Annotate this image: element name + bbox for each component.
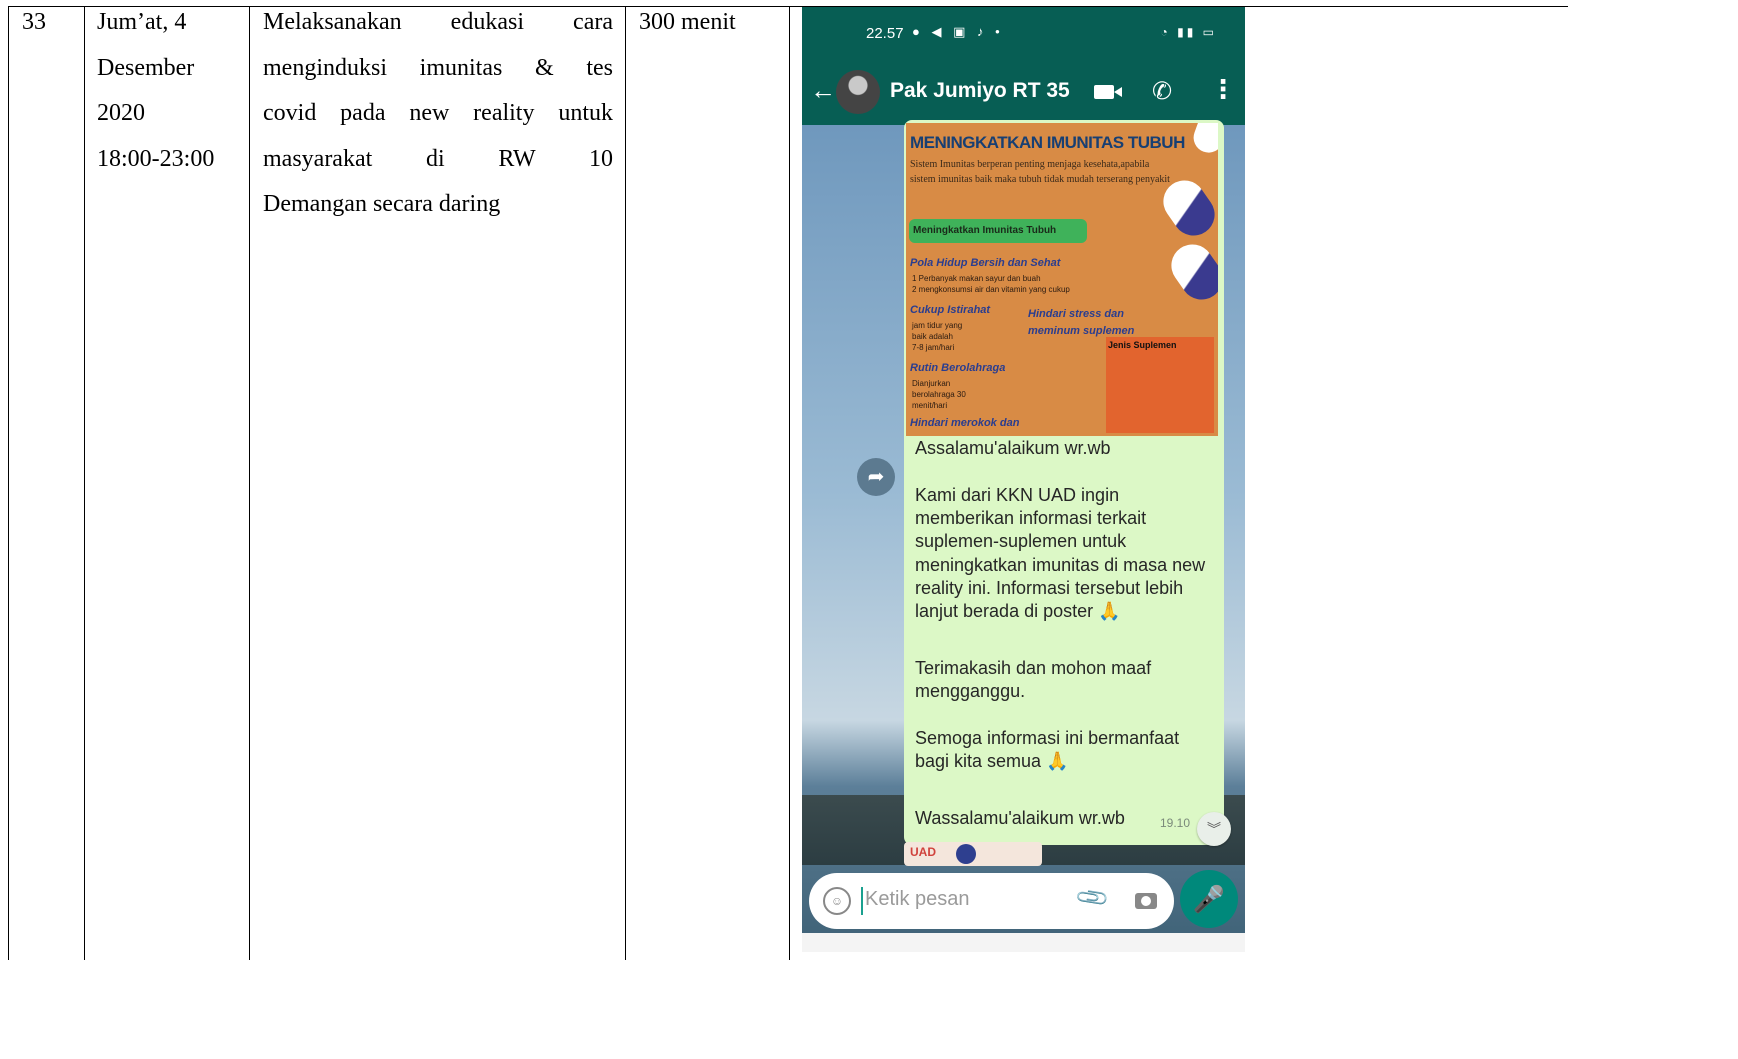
poster-section-title: Cukup Istirahat bbox=[910, 304, 991, 316]
poster-line: 1 Perbanyak makan sayur dan buah bbox=[912, 274, 1041, 283]
date-line: 18:00-23:00 bbox=[97, 145, 215, 172]
phone-icon[interactable]: ✆ bbox=[1152, 77, 1172, 106]
message-apology: Terimakasih dan mohon maaf mengganggu. bbox=[915, 658, 1152, 702]
poster-badge: Meningkatkan Imunitas Tubuh bbox=[909, 219, 1087, 243]
column-divider-2 bbox=[249, 6, 250, 960]
activity-line: masyarakat di RW 10 bbox=[263, 145, 613, 172]
emoji-icon[interactable]: ☺ bbox=[823, 887, 851, 915]
more-vert-icon[interactable]: ⋮ bbox=[1210, 76, 1236, 102]
row-number: 33 bbox=[22, 9, 46, 35]
capsule-icon bbox=[1189, 123, 1218, 157]
message-body: Kami dari KKN UAD ingin memberikan infor… bbox=[915, 485, 1206, 622]
message-greeting: Assalamu'alaikum wr.wb bbox=[915, 438, 1111, 458]
poster-section-title: meminum suplemen bbox=[1028, 325, 1135, 337]
duration-cell: 300 menit bbox=[639, 0, 736, 46]
arrow-left-icon[interactable]: ← bbox=[810, 77, 836, 103]
column-divider-3 bbox=[625, 6, 626, 960]
contact-name[interactable]: Pak Jumiyo RT 35 bbox=[890, 79, 1070, 103]
uad-logo bbox=[956, 844, 976, 864]
forward-icon[interactable]: ➦ bbox=[857, 458, 895, 496]
message-input[interactable]: Ketik pesan bbox=[865, 888, 970, 911]
paperclip-icon[interactable]: 📎 bbox=[1074, 879, 1112, 917]
row-number-cell: 33 bbox=[22, 0, 46, 46]
activity-line: covid pada new reality untuk bbox=[263, 100, 613, 126]
poster-section-text: Dianjurkan berolahraga 30 menit/hari bbox=[912, 378, 966, 411]
message-time: 19.10 bbox=[1160, 816, 1191, 830]
column-divider-1 bbox=[84, 6, 85, 960]
activity-cell: Melaksanakan edukasi cara menginduksi im… bbox=[263, 0, 613, 228]
activity-line: Melaksanakan edukasi cara bbox=[263, 9, 613, 35]
avatar[interactable] bbox=[836, 70, 880, 114]
activity-line: Demangan secara daring bbox=[263, 191, 501, 217]
poster-line: berolahraga 30 bbox=[912, 390, 966, 399]
message-input-bar[interactable]: ☺ Ketik pesan 📎 bbox=[809, 873, 1174, 929]
chat-header: ← Pak Jumiyo RT 35 ✆ ⋮ bbox=[802, 59, 1245, 125]
poster-image[interactable]: MENINGKATKAN IMUNITAS TUBUH Sistem Imuni… bbox=[906, 123, 1218, 436]
column-divider-4 bbox=[789, 6, 790, 960]
status-bar: 22.57 ● ◀ ▣ ♪ • ◔ ▮▮ ▭ bbox=[802, 7, 1245, 59]
table-top-border bbox=[8, 6, 1568, 7]
signal-battery-icons: ◔ ▮▮ ▭ bbox=[1160, 25, 1217, 39]
poster-line: 2 mengkonsumsi air dan vitamin yang cuku… bbox=[912, 285, 1070, 294]
video-call-icon[interactable] bbox=[1094, 85, 1122, 99]
date-cell: Jum’at, 4 Desember 2020 18:00-23:00 bbox=[97, 0, 242, 182]
date-line: 2020 bbox=[97, 100, 145, 126]
camera-icon[interactable] bbox=[1135, 893, 1157, 909]
poster-line: Dianjurkan bbox=[912, 379, 951, 388]
poster-line: menit/hari bbox=[912, 401, 948, 410]
date-line: Desember bbox=[97, 54, 195, 81]
whatsapp-screenshot: 22.57 ● ◀ ▣ ♪ • ◔ ▮▮ ▭ ← Pak Jumiyo RT 3… bbox=[802, 7, 1245, 952]
poster-section-text: jam tidur yang baik adalah 7-8 jam/hari bbox=[912, 320, 962, 353]
poster-title: MENINGKATKAN IMUNITAS TUBUH bbox=[910, 133, 1185, 152]
notification-icons: ● ◀ ▣ ♪ • bbox=[912, 24, 1004, 39]
poster-line: baik adalah bbox=[912, 332, 953, 341]
date-line: Jum’at, 4 bbox=[97, 9, 187, 35]
poster-section-title: Hindari merokok dan bbox=[910, 417, 1020, 429]
poster-section-title: Pola Hidup Bersih dan Sehat bbox=[910, 257, 1061, 269]
activity-line: menginduksi imunitas & tes bbox=[263, 54, 613, 81]
uad-label: UAD bbox=[910, 845, 936, 859]
bottom-band bbox=[802, 933, 1245, 952]
capsule-icon bbox=[1163, 236, 1218, 308]
poster-intro: Sistem Imunitas berperan penting menjaga… bbox=[910, 159, 1170, 185]
microphone-icon[interactable]: 🎤 bbox=[1180, 870, 1238, 928]
status-time: 22.57 bbox=[866, 25, 904, 42]
message-wish: Semoga informasi ini bermanfaat bagi kit… bbox=[915, 728, 1180, 772]
poster-supplement-box bbox=[1106, 337, 1214, 433]
duration: 300 menit bbox=[639, 9, 736, 35]
poster-line: jam tidur yang bbox=[912, 321, 963, 330]
chevron-double-down-icon[interactable]: ︾ bbox=[1197, 812, 1231, 846]
table-left-border bbox=[8, 6, 9, 960]
next-message-bubble[interactable]: UAD bbox=[904, 842, 1042, 866]
poster-section-title: Rutin Berolahraga bbox=[910, 362, 1006, 374]
poster-line: 7-8 jam/hari bbox=[912, 343, 955, 352]
text-cursor bbox=[861, 887, 863, 915]
poster-section-title: Jenis Suplemen bbox=[1108, 340, 1177, 350]
poster-section-title: Hindari stress dan bbox=[1028, 308, 1124, 320]
poster-section-text: 1 Perbanyak makan sayur dan buah 2 mengk… bbox=[912, 273, 1070, 295]
